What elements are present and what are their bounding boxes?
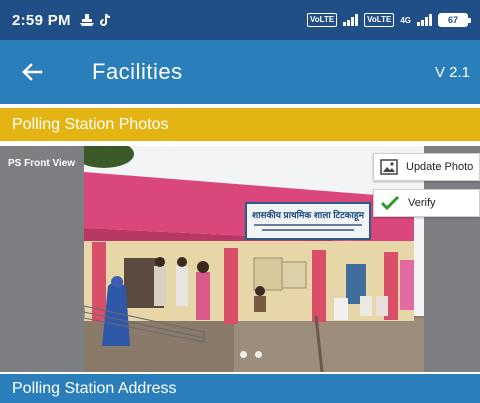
update-photo-button[interactable]: Update Photo — [373, 153, 480, 181]
network-label: 4G — [400, 15, 411, 25]
photo-left-margin — [0, 146, 84, 372]
signal-icon-2 — [417, 14, 432, 26]
app-bar: Facilities V 2.1 — [0, 40, 480, 104]
page-title: Facilities — [92, 59, 183, 84]
verify-button[interactable]: Verify — [373, 189, 480, 217]
section-header-photos-label: Polling Station Photos — [12, 115, 169, 133]
battery-icon: 67 — [438, 13, 471, 27]
status-bar: 2:59 PM VoLTE VoLTE 4G 67 — [0, 0, 480, 40]
section-header-address-label: Polling Station Address — [12, 379, 177, 397]
carousel-dot-1[interactable] — [240, 351, 247, 358]
photo-caption: PS Front View — [8, 158, 76, 169]
image-icon — [380, 159, 398, 175]
battery-level: 67 — [447, 15, 458, 25]
status-time: 2:59 PM — [12, 11, 71, 29]
volte-badge-2: VoLTE — [364, 13, 395, 27]
verify-label: Verify — [408, 197, 436, 209]
carousel-indicator — [240, 351, 262, 358]
section-header-address: Polling Station Address — [0, 374, 480, 403]
section-header-photos: Polling Station Photos — [0, 108, 480, 141]
carousel-dot-2[interactable] — [255, 351, 262, 358]
app-version: V 2.1 — [434, 63, 470, 81]
back-button[interactable] — [0, 40, 64, 104]
signal-icon — [343, 14, 359, 26]
status-left-icons — [79, 13, 111, 27]
status-right-icons: VoLTE VoLTE 4G 67 — [307, 13, 471, 27]
update-photo-label: Update Photo — [406, 161, 474, 173]
checkmark-icon — [380, 195, 400, 211]
tiktok-icon — [99, 13, 110, 26]
volte-badge-1: VoLTE — [307, 13, 338, 27]
ship-icon — [79, 14, 94, 26]
back-arrow-icon — [22, 63, 43, 81]
